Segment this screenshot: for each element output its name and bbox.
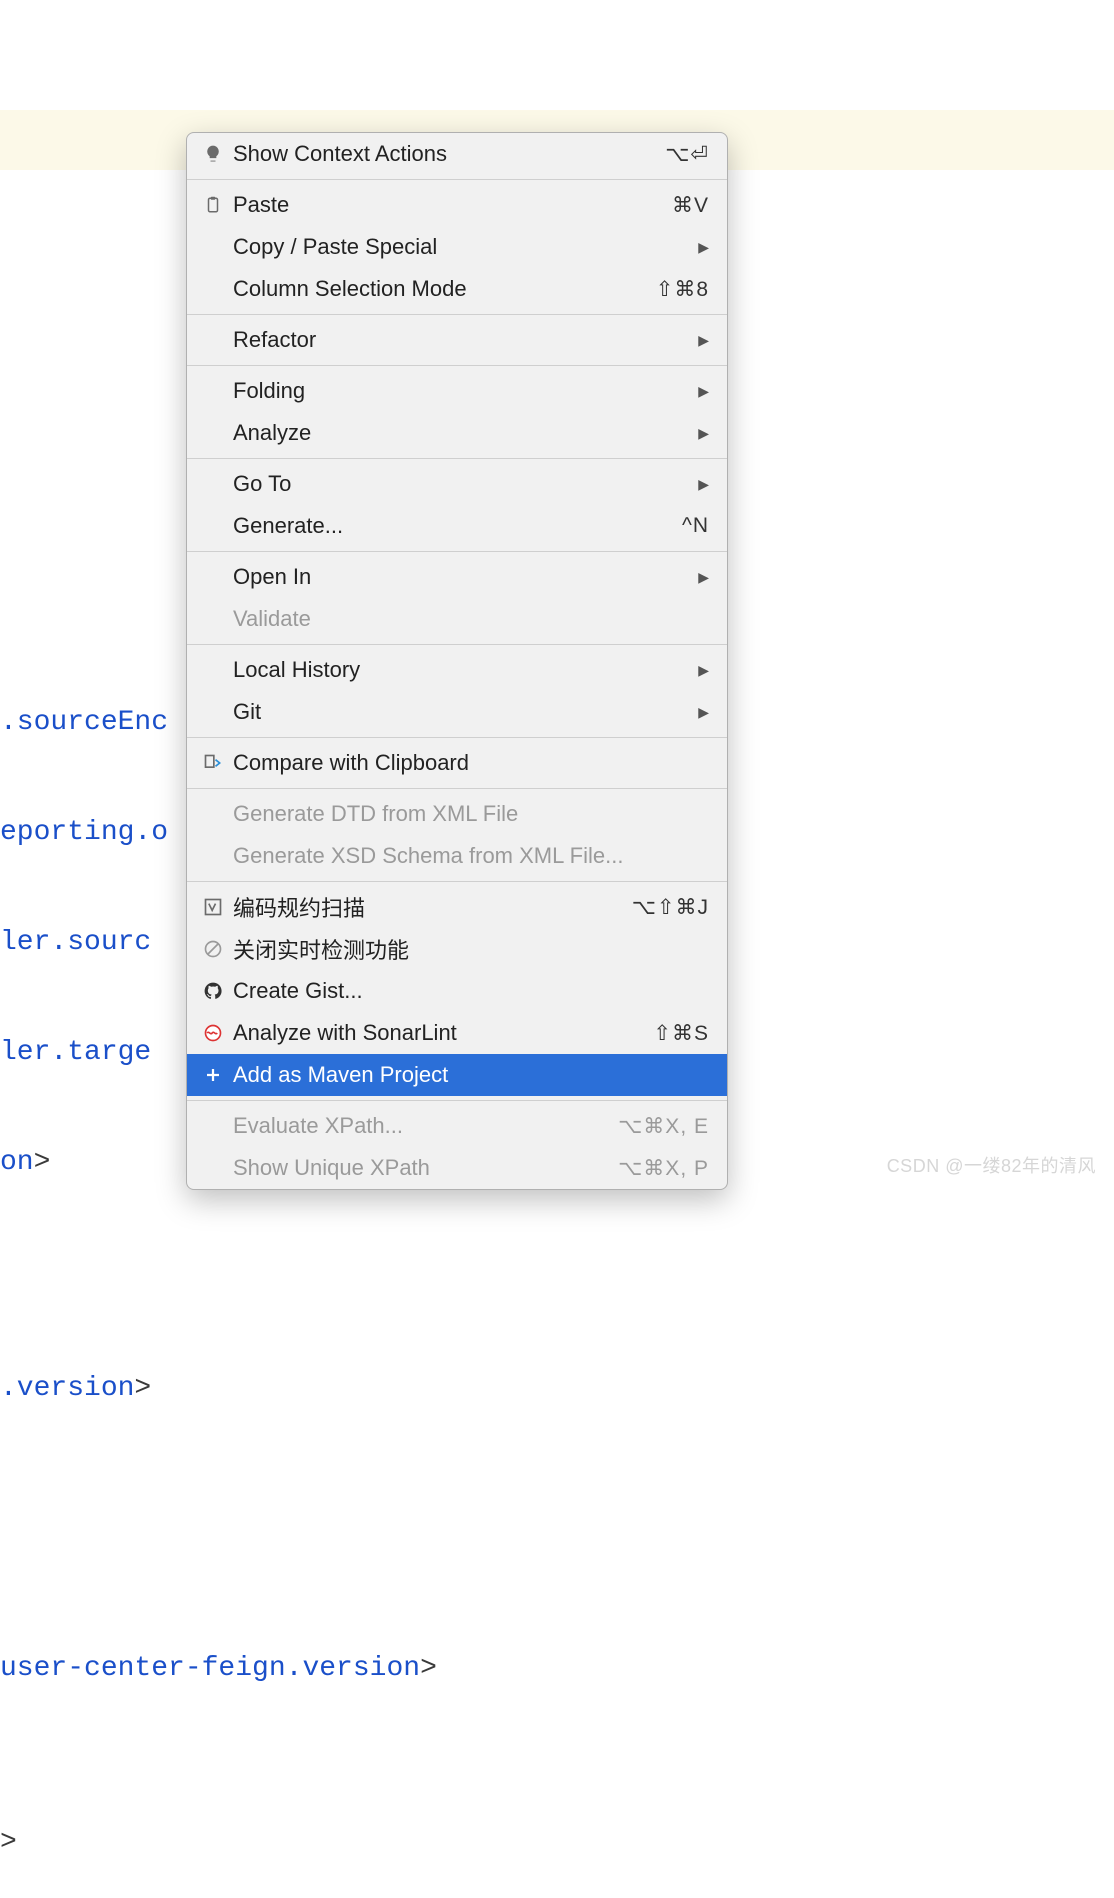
menu-item-evaluate-xpath: Evaluate XPath... ⌥⌘X, E — [187, 1105, 727, 1147]
menu-label: Analyze with SonarLint — [227, 1020, 653, 1046]
submenu-arrow-icon: ▶ — [698, 704, 709, 721]
code-text: user-center-feign.version — [0, 1655, 420, 1683]
code-text: on — [0, 1149, 34, 1177]
code-text: .sourceEnc — [0, 709, 168, 737]
code-text: ler.targe — [0, 1039, 151, 1067]
code-text: > — [420, 1655, 437, 1683]
menu-shortcut: ⌥⏎ — [665, 142, 709, 167]
menu-label: Go To — [227, 471, 698, 497]
menu-item-add-maven-project[interactable]: Add as Maven Project — [187, 1054, 727, 1096]
menu-separator — [187, 365, 727, 366]
code-text: > — [0, 1829, 17, 1857]
menu-item-show-context-actions[interactable]: Show Context Actions ⌥⏎ — [187, 133, 727, 175]
github-icon — [199, 977, 227, 1005]
menu-separator — [187, 314, 727, 315]
clipboard-icon — [199, 191, 227, 219]
menu-label: Generate DTD from XML File — [227, 801, 709, 827]
menu-label: Paste — [227, 192, 672, 218]
menu-separator — [187, 551, 727, 552]
code-text: .version — [0, 1375, 134, 1403]
menu-item-show-unique-xpath: Show Unique XPath ⌥⌘X, P — [187, 1147, 727, 1189]
menu-item-analyze[interactable]: Analyze ▶ — [187, 412, 727, 454]
submenu-arrow-icon: ▶ — [698, 332, 709, 349]
menu-item-create-gist[interactable]: Create Gist... — [187, 970, 727, 1012]
menu-item-validate: Validate — [187, 598, 727, 640]
submenu-arrow-icon: ▶ — [698, 662, 709, 679]
menu-separator — [187, 881, 727, 882]
submenu-arrow-icon: ▶ — [698, 476, 709, 493]
code-text: ler.sourc — [0, 929, 151, 957]
menu-shortcut: ⌥⇧⌘J — [632, 895, 709, 920]
submenu-arrow-icon: ▶ — [698, 425, 709, 442]
menu-label: Add as Maven Project — [227, 1062, 709, 1088]
menu-label: Validate — [227, 606, 709, 632]
code-text: eporting.o — [0, 819, 168, 847]
menu-separator — [187, 1100, 727, 1101]
menu-label: Evaluate XPath... — [227, 1113, 618, 1139]
watermark-text: CSDN @一缕82年的清风 — [887, 1152, 1096, 1178]
menu-item-local-history[interactable]: Local History ▶ — [187, 649, 727, 691]
menu-shortcut: ⌘V — [672, 193, 709, 218]
menu-item-column-selection-mode[interactable]: Column Selection Mode ⇧⌘8 — [187, 268, 727, 310]
code-text: > — [34, 1149, 51, 1177]
menu-shortcut: ⌥⌘X, P — [618, 1156, 709, 1181]
menu-label: Show Unique XPath — [227, 1155, 618, 1181]
menu-item-generate-dtd: Generate DTD from XML File — [187, 793, 727, 835]
menu-item-open-in[interactable]: Open In ▶ — [187, 556, 727, 598]
menu-item-folding[interactable]: Folding ▶ — [187, 370, 727, 412]
menu-label: Folding — [227, 378, 698, 404]
menu-item-generate-xsd: Generate XSD Schema from XML File... — [187, 835, 727, 877]
diff-icon — [199, 749, 227, 777]
menu-item-paste[interactable]: Paste ⌘V — [187, 184, 727, 226]
menu-separator — [187, 179, 727, 180]
submenu-arrow-icon: ▶ — [698, 569, 709, 586]
context-menu: Show Context Actions ⌥⏎ Paste ⌘V Copy / … — [186, 132, 728, 1190]
menu-label: 关闭实时检测功能 — [227, 933, 709, 965]
menu-label: Copy / Paste Special — [227, 234, 698, 260]
menu-separator — [187, 458, 727, 459]
menu-label: Show Context Actions — [227, 141, 665, 167]
menu-label: Git — [227, 699, 698, 725]
menu-item-disable-realtime-detection[interactable]: 关闭实时检测功能 — [187, 928, 727, 970]
bulb-icon — [199, 140, 227, 168]
disable-icon — [199, 935, 227, 963]
menu-separator — [187, 644, 727, 645]
menu-item-sonarlint[interactable]: Analyze with SonarLint ⇧⌘S — [187, 1012, 727, 1054]
menu-label: Open In — [227, 564, 698, 590]
menu-shortcut: ^N — [682, 514, 709, 538]
plus-icon — [199, 1061, 227, 1089]
menu-label: Column Selection Mode — [227, 276, 656, 302]
menu-item-go-to[interactable]: Go To ▶ — [187, 463, 727, 505]
menu-item-git[interactable]: Git ▶ — [187, 691, 727, 733]
menu-item-compare-clipboard[interactable]: Compare with Clipboard — [187, 742, 727, 784]
menu-item-coding-standards-scan[interactable]: 编码规约扫描 ⌥⇧⌘J — [187, 886, 727, 928]
menu-label: Local History — [227, 657, 698, 683]
menu-separator — [187, 737, 727, 738]
scan-icon — [199, 893, 227, 921]
menu-label: Analyze — [227, 420, 698, 446]
menu-separator — [187, 788, 727, 789]
menu-item-copy-paste-special[interactable]: Copy / Paste Special ▶ — [187, 226, 727, 268]
submenu-arrow-icon: ▶ — [698, 383, 709, 400]
sonarlint-icon — [199, 1019, 227, 1047]
submenu-arrow-icon: ▶ — [698, 239, 709, 256]
code-text: > — [134, 1375, 151, 1403]
menu-shortcut: ⇧⌘8 — [656, 277, 709, 302]
menu-label: 编码规约扫描 — [227, 891, 632, 923]
menu-shortcut: ⇧⌘S — [653, 1021, 709, 1046]
menu-item-refactor[interactable]: Refactor ▶ — [187, 319, 727, 361]
menu-item-generate[interactable]: Generate... ^N — [187, 505, 727, 547]
menu-label: Generate... — [227, 513, 682, 539]
menu-label: Compare with Clipboard — [227, 750, 709, 776]
menu-shortcut: ⌥⌘X, E — [618, 1114, 709, 1139]
menu-label: Create Gist... — [227, 978, 709, 1004]
menu-label: Generate XSD Schema from XML File... — [227, 843, 709, 869]
menu-label: Refactor — [227, 327, 698, 353]
